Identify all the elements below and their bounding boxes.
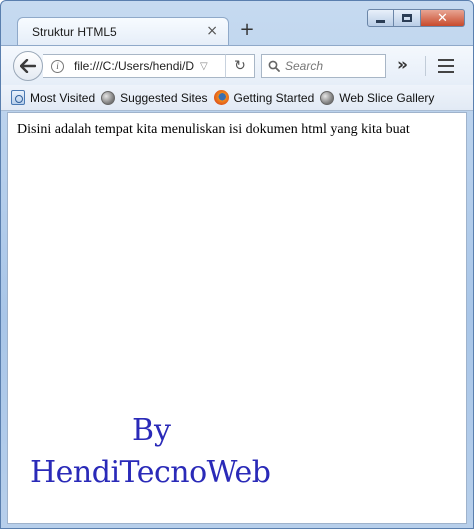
- bookmark-label: Suggested Sites: [120, 90, 208, 105]
- bookmark-label: Most Visited: [30, 90, 96, 105]
- bookmarks-toolbar: Most Visited Suggested Sites Getting Sta…: [1, 85, 473, 111]
- toolbar-divider: [425, 56, 426, 76]
- tab-struktur-html5[interactable]: Struktur HTML5 ×: [17, 17, 229, 45]
- globe-icon: [320, 90, 335, 105]
- tab-strip: Struktur HTML5 × + ✕: [1, 1, 473, 45]
- hamburger-menu-icon[interactable]: [438, 59, 454, 73]
- bookmark-getting-started[interactable]: Getting Started: [213, 90, 315, 105]
- most-visited-icon: [11, 90, 25, 105]
- minimize-icon: [376, 19, 385, 23]
- close-window-button[interactable]: ✕: [421, 9, 465, 27]
- close-tab-icon[interactable]: ×: [206, 23, 218, 39]
- bookmark-label: Getting Started: [233, 90, 315, 105]
- close-icon: ✕: [437, 10, 448, 26]
- tab-title: Struktur HTML5: [32, 24, 117, 39]
- bookmark-label: Web Slice Gallery: [339, 90, 435, 105]
- search-bar[interactable]: [261, 54, 386, 78]
- maximize-icon: [402, 14, 412, 22]
- url-dropdown-icon[interactable]: ▽: [200, 61, 208, 72]
- search-icon: [268, 60, 280, 72]
- bookmark-suggested-sites[interactable]: Suggested Sites: [101, 90, 208, 105]
- bookmark-web-slice-gallery[interactable]: Web Slice Gallery: [320, 90, 435, 105]
- maximize-button[interactable]: [394, 9, 421, 27]
- back-button[interactable]: [13, 51, 43, 81]
- toolbar-overflow-button[interactable]: »: [397, 56, 408, 74]
- firefox-icon: [213, 90, 229, 105]
- back-arrow-icon: [20, 59, 36, 73]
- search-input[interactable]: [285, 59, 380, 73]
- reload-button[interactable]: ↻: [225, 54, 255, 78]
- watermark-name: HendiTecnoWeb: [30, 455, 271, 490]
- bookmark-most-visited[interactable]: Most Visited: [11, 90, 95, 105]
- globe-icon: [101, 90, 116, 105]
- url-text[interactable]: file:///C:/Users/hendi/D: [74, 59, 194, 73]
- new-tab-button[interactable]: +: [237, 20, 257, 40]
- watermark-by: By: [132, 413, 171, 448]
- url-bar[interactable]: i file:///C:/Users/hendi/D ▽: [43, 54, 255, 78]
- minimize-button[interactable]: [367, 9, 394, 27]
- browser-window: Struktur HTML5 × + ✕ i file:///C:/Users/…: [0, 0, 474, 529]
- window-controls: ✕: [367, 9, 465, 27]
- site-info-icon[interactable]: i: [51, 59, 64, 73]
- navigation-toolbar: i file:///C:/Users/hendi/D ▽ ↻ »: [1, 45, 473, 85]
- page-body-text: Disini adalah tempat kita menuliskan isi…: [17, 122, 410, 137]
- page-content: Disini adalah tempat kita menuliskan isi…: [7, 112, 467, 524]
